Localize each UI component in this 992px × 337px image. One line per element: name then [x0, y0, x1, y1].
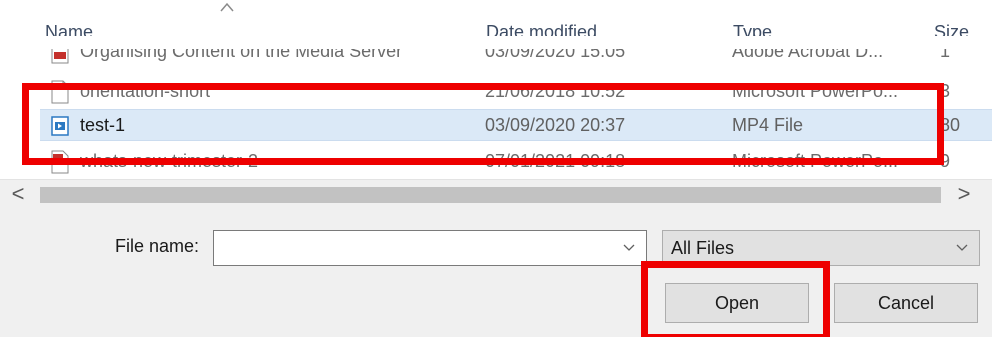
scroll-right-icon[interactable]: > [946, 180, 982, 210]
scrollbar-thumb[interactable] [40, 187, 941, 203]
file-name-input[interactable] [218, 233, 608, 263]
highlight-box-selected-file [22, 83, 944, 165]
highlight-box-open-button [641, 261, 830, 337]
horizontal-scrollbar[interactable]: < > [0, 179, 992, 209]
file-name-label: File name: [115, 236, 200, 256]
sort-ascending-icon [220, 2, 234, 12]
dialog-footer: File name: All Files Open Cancel [0, 209, 992, 337]
chevron-down-icon[interactable] [620, 237, 638, 259]
scroll-left-icon[interactable]: < [0, 180, 36, 210]
scroll-clip [40, 36, 992, 49]
cancel-button[interactable]: Cancel [834, 283, 978, 323]
file-type-filter-value: All Files [671, 238, 735, 258]
chevron-down-icon [956, 244, 968, 251]
file-name-combobox[interactable] [213, 230, 647, 266]
